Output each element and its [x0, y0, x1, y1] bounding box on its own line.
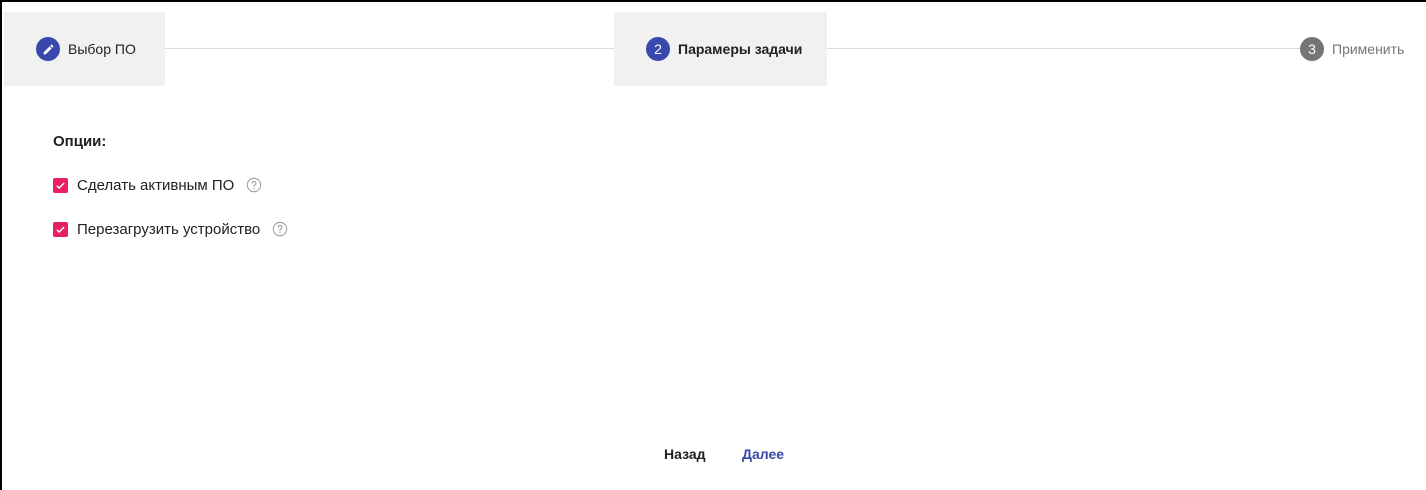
option-make-active[interactable]: Сделать активным ПО: [53, 174, 262, 196]
wizard-footer: Назад Далее: [2, 440, 1426, 468]
pencil-icon: [36, 37, 60, 61]
step-apply[interactable]: 3 Применить: [1268, 12, 1426, 86]
help-circle-icon[interactable]: [246, 177, 262, 193]
wizard-frame: Выбор ПО 2 Парамеры задачи 3 Применить О…: [0, 0, 1426, 490]
step-select-software[interactable]: Выбор ПО: [4, 12, 165, 86]
checkmark-icon: [56, 225, 65, 233]
back-button[interactable]: Назад: [658, 440, 712, 468]
option-reboot-device[interactable]: Перезагрузить устройство: [53, 218, 288, 240]
option-label: Перезагрузить устройство: [77, 220, 261, 238]
options-title: Опции:: [53, 133, 107, 150]
step-label: Парамеры задачи: [678, 41, 803, 57]
step-label: Выбор ПО: [68, 41, 136, 57]
make-active-checkbox[interactable]: [53, 177, 68, 193]
step-label: Применить: [1332, 41, 1405, 57]
reboot-device-checkbox[interactable]: [53, 221, 68, 237]
next-button[interactable]: Далее: [736, 440, 790, 468]
stepper: Выбор ПО 2 Парамеры задачи 3 Применить: [4, 12, 1426, 86]
step-number-badge: 3: [1300, 37, 1324, 61]
checkmark-icon: [56, 181, 65, 189]
help-circle-icon[interactable]: [272, 221, 288, 237]
step-connector: [826, 48, 1300, 49]
step-connector: [154, 48, 614, 49]
step-number-badge: 2: [646, 37, 670, 61]
option-label: Сделать активным ПО: [77, 176, 235, 194]
step-task-parameters[interactable]: 2 Парамеры задачи: [614, 12, 827, 86]
